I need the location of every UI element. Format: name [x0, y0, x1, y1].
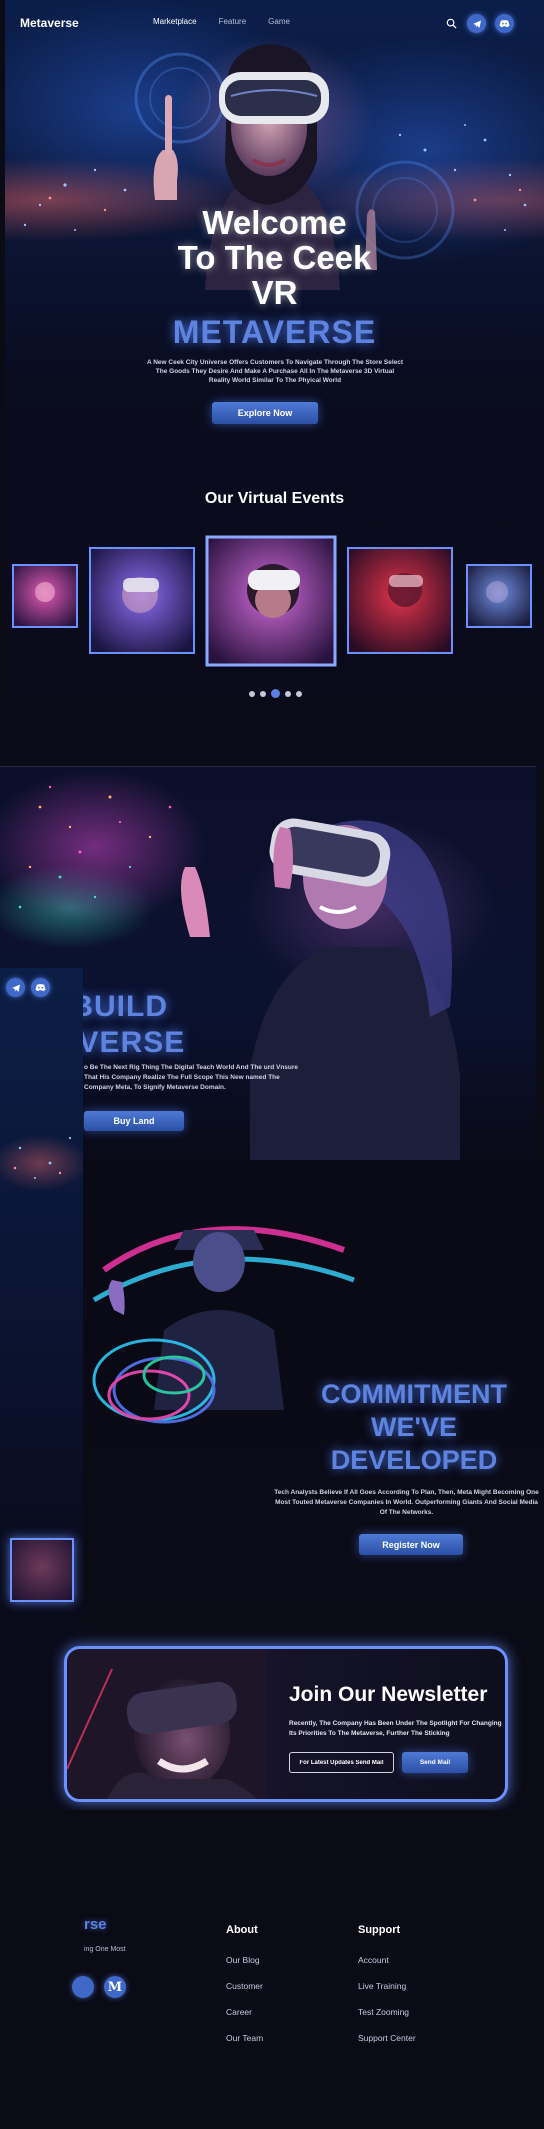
carousel-dot-active[interactable] — [271, 689, 280, 698]
hero-section: Metaverse Marketplace Feature Game Welco… — [5, 0, 544, 770]
event-cards — [12, 535, 532, 667]
hero-title: Welcome To The Ceek VR — [5, 205, 544, 310]
strip-sparkles — [13, 1136, 72, 1179]
commitment-title-line1: COMMITMENT — [321, 1379, 507, 1409]
explore-now-button[interactable]: Explore Now — [212, 402, 318, 424]
newsletter-title: Join Our Newsletter — [289, 1683, 488, 1706]
hero-title-line3: VR — [251, 274, 298, 311]
telegram-icon[interactable] — [6, 978, 25, 997]
build-subtitle: o Be The Next Rig Thing The Digital Teac… — [84, 1064, 299, 1091]
medium-icon[interactable]: M — [104, 1976, 126, 1998]
newsletter-subtitle: Recently, The Company Has Been Under The… — [289, 1720, 502, 1737]
telegram-icon[interactable] — [467, 14, 486, 33]
footer-link-career[interactable]: Career — [226, 2007, 263, 2017]
footer-link-customer[interactable]: Customer — [226, 1981, 263, 1991]
footer-link-test-zooming[interactable]: Test Zooming — [358, 2007, 416, 2017]
newsletter-photo — [67, 1649, 267, 1799]
commitment-title-line2: WE'VE — [371, 1412, 457, 1442]
hero-title-line1: Welcome — [202, 204, 347, 241]
footer-about-heading: About — [226, 1924, 258, 1936]
discord-icon[interactable] — [31, 978, 50, 997]
social-icon[interactable] — [72, 1976, 94, 1998]
discord-icon[interactable] — [495, 14, 514, 33]
carousel-dot[interactable] — [249, 690, 255, 697]
commitment-title: COMMITMENT WE'VE DEVELOPED — [294, 1378, 534, 1477]
carousel-dot[interactable] — [260, 690, 266, 697]
footer-link-account[interactable]: Account — [358, 1955, 416, 1965]
footer: rse ing One Most M About Our Blog Custom… — [0, 1810, 544, 2129]
nav-link-game[interactable]: Game — [268, 17, 290, 26]
carousel-dots — [249, 689, 302, 698]
carousel-dot[interactable] — [296, 690, 302, 697]
commitment-section: COMMITMENT WE'VE DEVELOPED Tech Analysts… — [84, 1160, 544, 1600]
strip-event-card — [10, 1538, 74, 1602]
footer-support-heading: Support — [358, 1924, 401, 1936]
register-now-button[interactable]: Register Now — [359, 1534, 463, 1555]
buy-land-button[interactable]: Buy Land — [84, 1111, 184, 1131]
newsletter-email-input[interactable] — [289, 1752, 394, 1773]
footer-about-column: About Our Blog Customer Career Our Team — [226, 1924, 263, 2059]
footer-link-live-training[interactable]: Live Training — [358, 1981, 416, 1991]
newsletter-section: Join Our Newsletter Recently, The Compan… — [64, 1646, 508, 1802]
footer-link-our-blog[interactable]: Our Blog — [226, 1955, 263, 1965]
hero-title-highlight: METAVERSE — [172, 314, 377, 350]
footer-social: M — [72, 1976, 126, 1998]
hero-background-art — [12, 44, 532, 667]
nav-link-feature[interactable]: Feature — [219, 17, 247, 26]
commitment-title-line3: DEVELOPED — [330, 1445, 498, 1475]
footer-link-our-team[interactable]: Our Team — [226, 2033, 263, 2043]
commitment-subtitle: Tech Analysts Believe If All Goes Accord… — [274, 1489, 539, 1516]
footer-support-column: Support Account Live Training Test Zoomi… — [358, 1924, 416, 2059]
nav-icons — [445, 14, 514, 33]
nav-link-marketplace[interactable]: Marketplace — [153, 17, 197, 26]
events-title: Our Virtual Events — [204, 490, 345, 507]
nav-logo[interactable]: Metaverse — [20, 16, 79, 30]
strip-icons — [6, 978, 50, 997]
footer-brand: rse — [84, 1916, 107, 1933]
search-icon[interactable] — [445, 17, 458, 30]
hero-title-line2: To The Ceek — [177, 239, 372, 276]
footer-link-support-center[interactable]: Support Center — [358, 2033, 416, 2043]
send-mail-button[interactable]: Send Mail — [402, 1752, 468, 1773]
carousel-dot[interactable] — [285, 690, 291, 697]
hero-subtitle: A New Ceek City Universe Offers Customer… — [146, 359, 404, 384]
footer-brand-text: ing One Most — [84, 1946, 126, 1953]
nav-links: Marketplace Feature Game — [153, 17, 290, 26]
